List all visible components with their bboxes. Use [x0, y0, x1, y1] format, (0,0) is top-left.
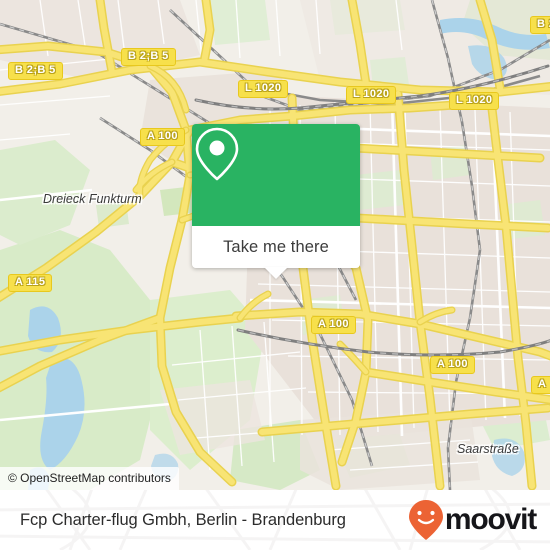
road-shield-label: A 100 — [140, 128, 185, 146]
callout-cta-area[interactable]: Take me there — [192, 226, 360, 279]
osm-attribution[interactable]: © OpenStreetMap contributors — [0, 467, 179, 490]
moovit-brand[interactable]: moovit — [408, 499, 537, 541]
road-shield-label: A 100 — [430, 356, 475, 374]
road-shield-label: B 2;B 5 — [8, 62, 63, 80]
take-me-there-label: Take me there — [223, 237, 329, 256]
footer-bar: Fcp Charter-flug Gmbh, Berlin - Brandenb… — [0, 490, 550, 550]
road-shield-label: A 115 — [8, 274, 53, 292]
road-shield-label: L 1020 — [449, 92, 500, 110]
road-shield-label: B 2 — [530, 16, 550, 34]
road-shield-label: B 2;B 5 — [121, 48, 176, 66]
road-shield-label: A — [531, 376, 550, 394]
road-shield-label: A 100 — [311, 316, 356, 334]
callout-pin-area — [192, 124, 360, 226]
moovit-wordmark: moovit — [444, 503, 537, 536]
location-callout-card[interactable]: Take me there — [192, 124, 360, 279]
location-pin-icon — [195, 127, 239, 181]
place-label: Saarstraße — [457, 442, 519, 456]
map-screenshot: B 2;B 5 B 2;B 5 L 1020 L 1020 L 1020 B 2 A 100… — [0, 0, 550, 550]
page-title: Fcp Charter-flug Gmbh, Berlin - Brandenb… — [20, 510, 346, 529]
road-shield-label: L 1020 — [346, 86, 397, 104]
road-shield-label: L 1020 — [238, 80, 289, 98]
map-canvas[interactable]: B 2;B 5 B 2;B 5 L 1020 L 1020 L 1020 B 2 A 100… — [0, 0, 550, 490]
callout-tail — [264, 267, 288, 279]
moovit-smiley-pin-icon — [408, 500, 443, 540]
place-label: Dreieck Funkturm — [43, 192, 142, 206]
